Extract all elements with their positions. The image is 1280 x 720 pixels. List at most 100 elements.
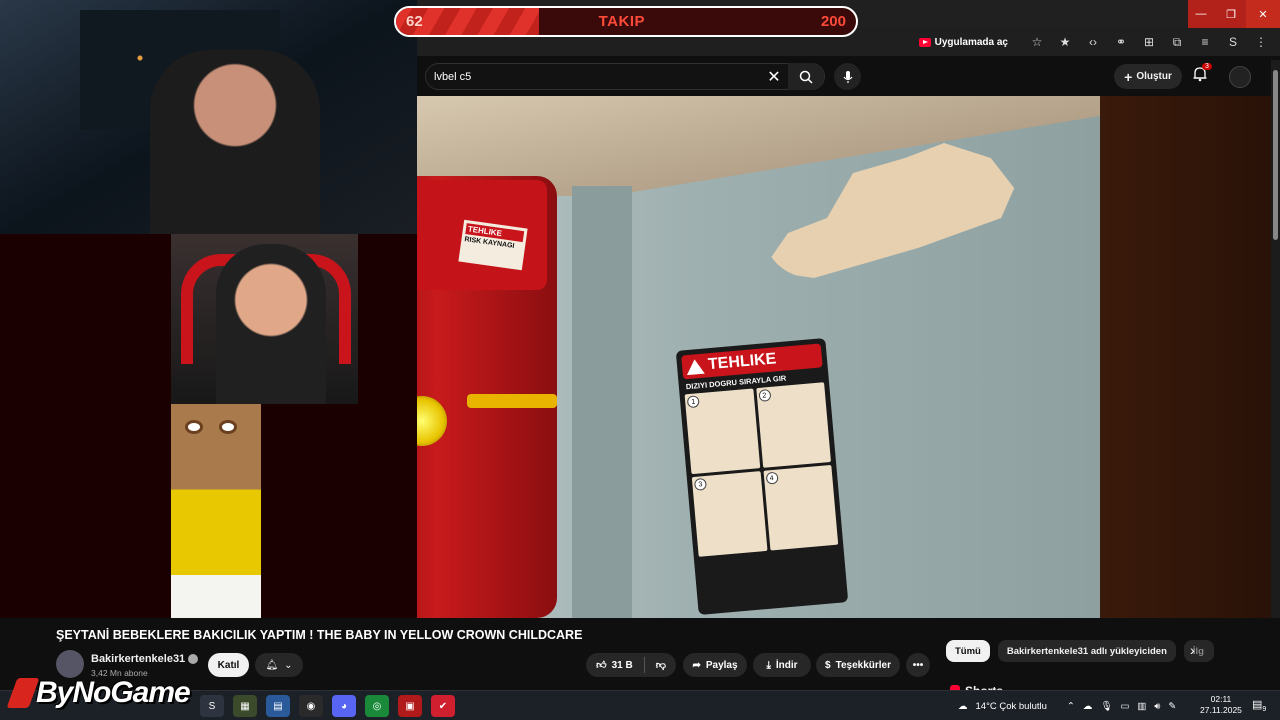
share-label: Paylaş [705,659,738,671]
like-button[interactable]: 👍︎ 31 B [596,659,633,672]
taskbar-obs-icon[interactable]: ◉ [299,695,323,717]
bookmark-star-icon[interactable]: ☆ [1028,33,1046,51]
follower-current: 62 [406,13,423,30]
chip-all[interactable]: Tümü [946,640,990,662]
chevron-down-icon: ⌄ [284,659,293,671]
search-button[interactable] [788,63,824,90]
warning-triangle-icon [685,358,705,375]
chevron-right-icon[interactable]: › [1190,642,1195,658]
open-in-app-label: Uygulamada aç [934,36,1008,48]
reading-list-icon[interactable]: ≡ [1196,33,1214,51]
weather-icon: ☁ [958,700,968,712]
taskbar-explorer-icon[interactable]: ▤ [266,695,290,717]
search-input[interactable]: lvbel c5 ✕ [425,63,825,90]
more-actions-button[interactable]: ••• [906,653,930,677]
thanks-label: Teşekkürler [835,659,891,671]
channel-name-row[interactable]: Bakirkertenkele31 [91,653,199,665]
notifications-button[interactable]: 3 [1192,63,1212,86]
close-button[interactable]: ✕ [1246,0,1280,28]
search-icon [799,70,813,84]
create-button[interactable]: + Oluştur [1114,64,1182,89]
scrollbar-thumb[interactable] [1273,70,1278,240]
like-count: 31 B [611,659,633,671]
sign-step-2: 2 [755,382,831,468]
extension-icon[interactable]: ⧉ [1168,33,1186,51]
maximize-button[interactable]: ❐ [1216,0,1246,28]
clock-date: 27.11.2025 [1200,705,1242,715]
sign-step-4: 4 [763,464,839,551]
webcam-streamer-2 [171,234,358,404]
danger-sign-title: TEHLIKE [707,350,777,374]
scene-wall-corner [572,186,632,618]
subscription-bell-button[interactable]: 🔔︎ ⌄ [255,653,303,677]
translate-icon[interactable]: ⊞ [1140,33,1158,51]
weather-text[interactable]: 14°C Çok bulutlu [976,701,1047,712]
like-dislike-group: 👍︎ 31 B 👎︎ [586,653,676,677]
channel-name[interactable]: Bakirkertenkele31 [91,653,185,665]
streamer-2-figure [216,244,326,404]
follower-goal-bar: 62 TAKIP 200 [394,6,858,37]
microphone-icon [843,70,852,83]
taskbar-discord-icon[interactable]: ◕ [332,695,356,717]
taskbar-app-pink-icon[interactable]: ✔ [431,695,455,717]
tray-cloud-icon[interactable]: ☁ [1083,701,1093,712]
small-warning-sign: TEHLIKE RISK KAYNAGI [458,219,528,271]
open-in-app-button[interactable]: Uygulamada aç [918,36,1008,48]
share-button[interactable]: ➦ Paylaş [683,653,747,677]
step-number: 1 [686,395,700,409]
clear-search-icon[interactable]: ✕ [764,67,784,87]
minimize-button[interactable]: — [1186,0,1216,28]
code-icon[interactable]: ‹› [1084,33,1102,51]
windows-taskbar: S ▦ ▤ ◉ ◕ ◎ ▣ ✔ ☁ 14°C Çok bulutlu ⌃ ☁ 🎙… [0,690,1280,720]
notification-center-count: 9 [1262,706,1267,714]
streamer-1-figure [150,50,320,234]
taskbar-browser-icon[interactable]: S [200,695,224,717]
video-player[interactable]: TEHLIKE RISK KAYNAGI TEHLIKE DIZIYI DOGR… [417,96,1100,618]
chip-from-uploader[interactable]: Bakirkertenkele31 adlı yükleyiciden [997,640,1176,662]
follower-goal-target: 200 [820,13,846,30]
webcam-streamer-1 [0,0,417,234]
step-number: 4 [765,471,779,485]
follower-goal-label: TAKIP [598,13,646,30]
link-icon[interactable]: ⚭ [1112,33,1130,51]
taskbar-store-icon[interactable]: ▦ [233,695,257,717]
tray-network-icon[interactable]: ▥ [1137,701,1146,712]
notification-badge: 3 [1202,63,1212,70]
extension-star-icon[interactable]: ★ [1056,33,1074,51]
sign-step-1: 1 [684,388,760,475]
taskbar-clock[interactable]: 02:11 27.11.2025 [1200,694,1242,716]
video-side-area [1100,96,1271,618]
tray-display-icon[interactable]: ▭ [1120,701,1129,712]
like-divider [643,657,645,673]
video-info-area: ŞEYTANİ BEBEKLERE BAKICILIK YAPTIM ! THE… [0,618,1280,698]
tray-mic-icon[interactable]: 🎙︎ [1100,701,1112,712]
page-scrollbar[interactable] [1271,60,1280,690]
download-button[interactable]: ⤓ İndir [753,653,811,677]
danger-sign: TEHLIKE DIZIYI DOGRU SIRAYLA GIR 1 2 3 4 [675,337,849,616]
join-button[interactable]: Katıl [208,653,249,677]
chip-related[interactable]: İlg [1183,640,1214,662]
tray-volume-icon[interactable]: 🔊︎ [1154,701,1160,712]
step-number: 2 [757,388,771,402]
sign-step-3: 3 [691,471,767,557]
youtube-icon [918,37,931,47]
voice-search-button[interactable] [834,63,861,90]
share-arrow-icon: ➦ [692,659,701,671]
channel-avatar[interactable] [56,650,84,678]
menu-kebab-icon[interactable]: ⋮ [1252,33,1270,51]
bynogame-mark-icon [6,678,40,708]
super-thanks-icon: $ [825,659,831,671]
thanks-button[interactable]: $ Teşekkürler [816,653,900,677]
game-baby-character [171,404,261,618]
clock-time: 02:11 [1210,694,1232,704]
dislike-button[interactable]: 👎︎ [656,659,666,671]
taskbar-chrome-icon[interactable]: ◎ [365,695,389,717]
profile-extension-icon[interactable]: S [1224,33,1242,51]
taskbar-app-red-icon[interactable]: ▣ [398,695,422,717]
thumbs-down-icon: 👎︎ [655,660,666,671]
plus-icon: + [1124,68,1133,85]
tray-pen-icon[interactable]: ✎ [1168,701,1176,712]
tray-chevron-up-icon[interactable]: ⌃ [1067,701,1075,712]
account-avatar[interactable] [1229,66,1251,88]
notification-center-icon[interactable]: ▤9 [1252,698,1266,713]
